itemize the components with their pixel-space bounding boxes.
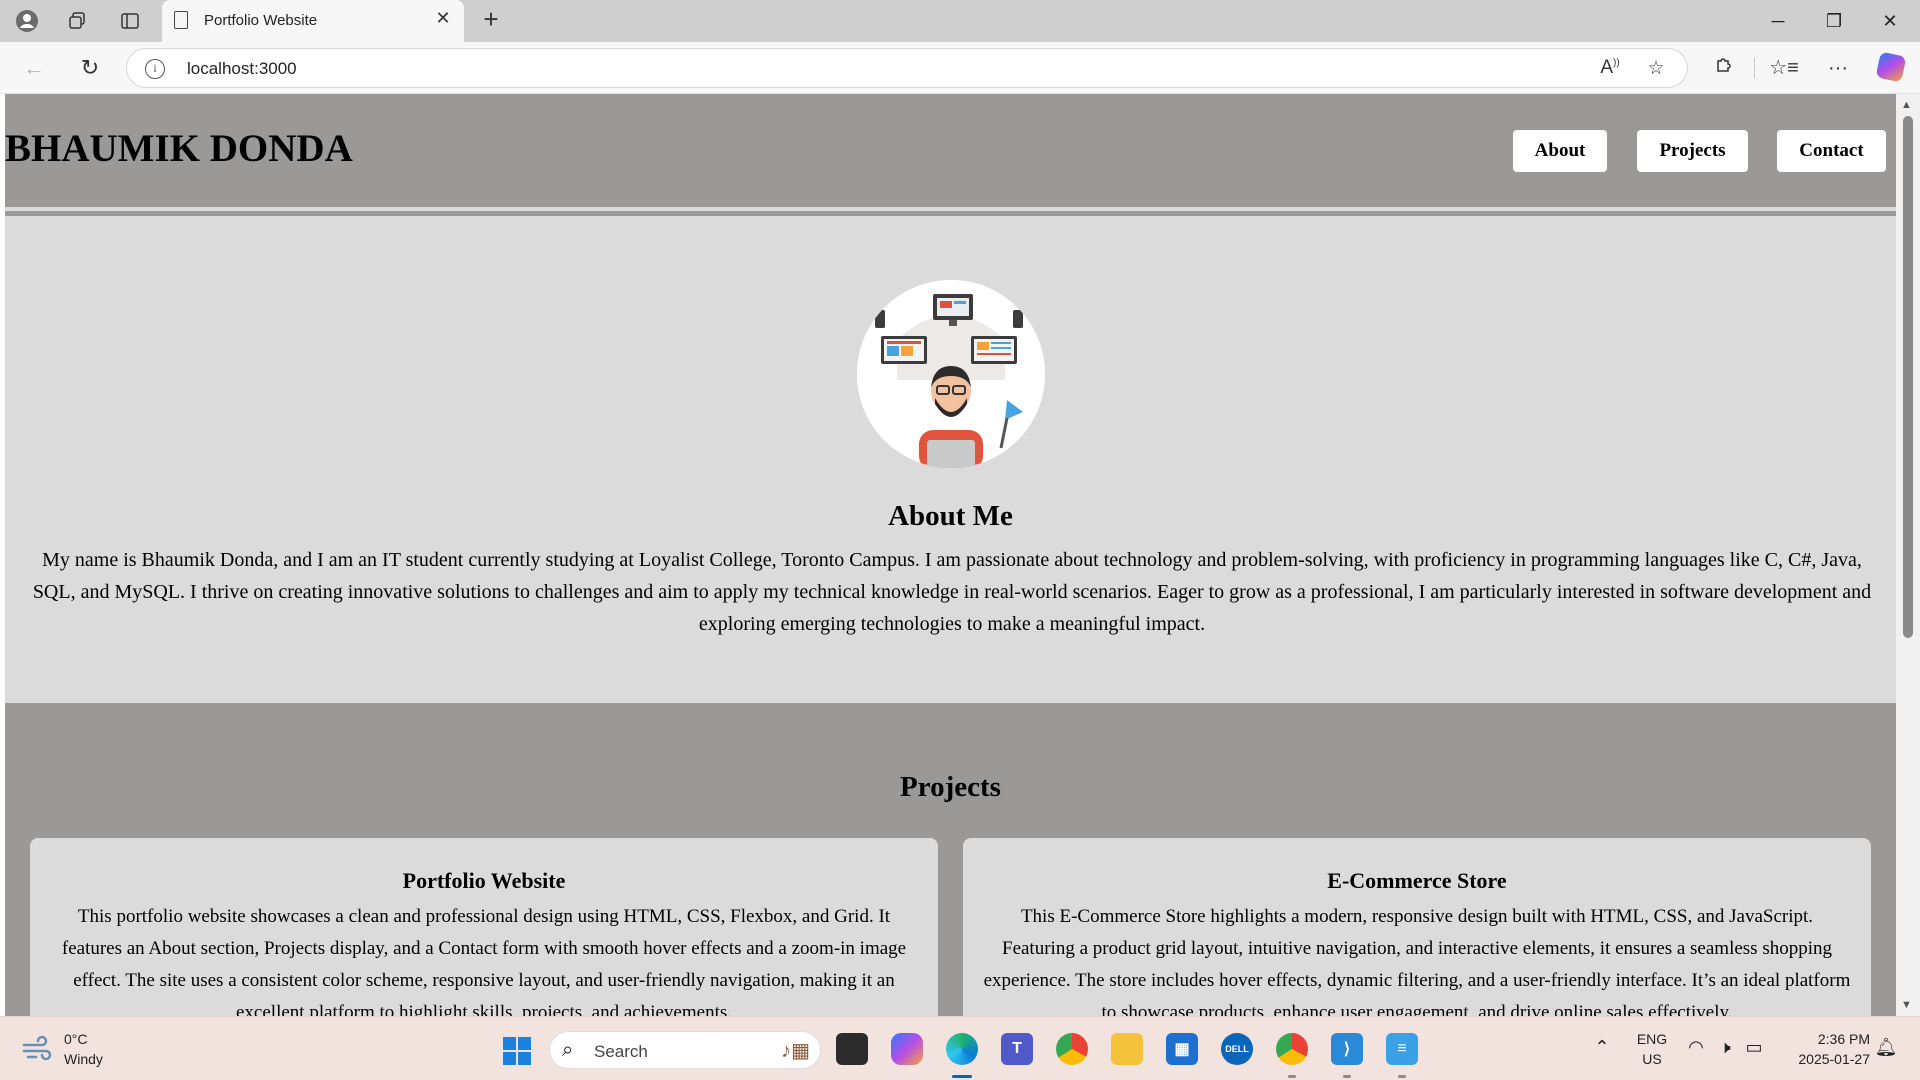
page-viewport: BHAUMIK DONDA About Projects Contact Abo… bbox=[5, 94, 1896, 1016]
search-highlight-icon: ♪▦ bbox=[781, 1040, 810, 1062]
copilot-icon[interactable] bbox=[1875, 51, 1907, 83]
project-title: Portfolio Website bbox=[402, 868, 566, 893]
browser-tab-strip: Portfolio Website ✕ + ─ ❐ ✕ bbox=[0, 0, 1920, 42]
toolbar-divider bbox=[1754, 58, 1755, 78]
close-window-icon[interactable]: ✕ bbox=[1862, 6, 1918, 36]
new-tab-button[interactable]: + bbox=[475, 4, 507, 35]
file-explorer-icon[interactable] bbox=[1111, 1033, 1143, 1065]
about-section: About Me My name is Bhaumik Donda, and I… bbox=[5, 216, 1896, 703]
chevron-up-icon[interactable]: ⌃ bbox=[1590, 1037, 1614, 1058]
weather-temperature[interactable]: 0°C bbox=[64, 1031, 88, 1047]
site-title: BHAUMIK DONDA bbox=[5, 127, 353, 170]
profile-icon[interactable] bbox=[8, 8, 46, 34]
project-description: This portfolio website showcases a clean… bbox=[61, 906, 907, 1016]
running-app-indicator bbox=[1343, 1075, 1351, 1078]
project-description: This E-Commerce Store highlights a moder… bbox=[983, 906, 1851, 1016]
clock-date[interactable]: 2025-01-27 bbox=[1774, 1051, 1870, 1067]
dell-app-icon[interactable]: DELL bbox=[1221, 1033, 1253, 1065]
search-label: Search bbox=[594, 1042, 648, 1061]
page-icon bbox=[174, 11, 188, 29]
url-text[interactable]: localhost:3000 bbox=[187, 59, 297, 79]
weather-condition[interactable]: Windy bbox=[64, 1051, 103, 1067]
collections-icon[interactable] bbox=[58, 8, 96, 34]
favorite-star-icon[interactable]: ☆ bbox=[1643, 57, 1669, 80]
windows-start-icon[interactable] bbox=[503, 1037, 531, 1065]
nav-about-link[interactable]: About bbox=[1513, 130, 1607, 172]
edge-app-icon[interactable] bbox=[946, 1033, 978, 1065]
tab-actions-icon[interactable] bbox=[111, 8, 149, 34]
running-app-indicator bbox=[1288, 1075, 1296, 1078]
chrome-app-icon[interactable] bbox=[1056, 1033, 1088, 1065]
taskbar-search[interactable]: ⌕ Search ♪▦ bbox=[549, 1031, 821, 1069]
task-view-icon[interactable] bbox=[836, 1033, 868, 1065]
browser-toolbar: ← ↻ i localhost:3000 A)) ☆ ☆≡ ··· bbox=[0, 42, 1920, 94]
wifi-icon[interactable]: ◠ bbox=[1684, 1037, 1708, 1058]
chrome-profile-app-icon[interactable] bbox=[1276, 1033, 1308, 1065]
profile-illustration bbox=[857, 280, 1045, 468]
scroll-up-icon[interactable]: ▲ bbox=[1901, 99, 1912, 111]
running-app-indicator bbox=[1398, 1075, 1406, 1078]
browser-tab-active[interactable]: Portfolio Website ✕ bbox=[162, 0, 464, 42]
clock-time[interactable]: 2:36 PM bbox=[1774, 1031, 1870, 1047]
search-icon: ⌕ bbox=[562, 1039, 574, 1061]
teams-app-icon[interactable]: T bbox=[1001, 1033, 1033, 1065]
windows-taskbar: 0°C Windy ⌕ Search ♪▦ T ▦ DELL ⟩ ≡ ⌃ ENG… bbox=[0, 1016, 1920, 1080]
site-info-icon[interactable]: i bbox=[145, 59, 165, 79]
battery-icon[interactable]: ▭ bbox=[1742, 1037, 1766, 1058]
refresh-icon[interactable]: ↻ bbox=[74, 52, 106, 84]
site-header: BHAUMIK DONDA About Projects Contact bbox=[5, 94, 1896, 207]
microsoft-store-icon[interactable]: ▦ bbox=[1166, 1033, 1198, 1065]
scroll-down-icon[interactable]: ▼ bbox=[1901, 999, 1912, 1011]
nav-projects-link[interactable]: Projects bbox=[1637, 130, 1748, 172]
notification-bell-icon[interactable]: 🔔︎ bbox=[1874, 1037, 1898, 1058]
read-aloud-icon[interactable]: A)) bbox=[1597, 57, 1623, 79]
active-app-indicator bbox=[952, 1075, 972, 1078]
about-paragraph: My name is Bhaumik Donda, and I am an IT… bbox=[32, 549, 1872, 635]
back-icon[interactable]: ← bbox=[18, 52, 50, 84]
close-tab-icon[interactable]: ✕ bbox=[432, 8, 454, 29]
region-indicator[interactable]: US bbox=[1630, 1051, 1674, 1067]
minimize-icon[interactable]: ─ bbox=[1750, 6, 1806, 36]
vscode-app-icon[interactable]: ⟩ bbox=[1331, 1033, 1363, 1065]
restore-icon[interactable]: ❐ bbox=[1806, 6, 1862, 36]
favorites-icon[interactable]: ☆≡ bbox=[1768, 52, 1800, 84]
language-indicator[interactable]: ENG bbox=[1630, 1031, 1674, 1047]
project-title: E-Commerce Store bbox=[1327, 868, 1507, 893]
speaker-muted-icon[interactable]: 🕨 bbox=[1713, 1037, 1737, 1058]
extensions-icon[interactable] bbox=[1708, 52, 1740, 84]
page-scrollbar[interactable]: ▲ ▼ bbox=[1896, 94, 1920, 1016]
nav-contact-link[interactable]: Contact bbox=[1777, 130, 1886, 172]
more-options-icon[interactable]: ··· bbox=[1822, 52, 1854, 84]
project-card: Portfolio Website This portfolio website… bbox=[30, 838, 938, 1016]
project-card: E-Commerce Store This E-Commerce Store h… bbox=[963, 838, 1871, 1016]
projects-heading: Projects bbox=[900, 771, 1001, 803]
about-heading: About Me bbox=[888, 500, 1013, 532]
copilot-app-icon[interactable] bbox=[891, 1033, 923, 1065]
scrollbar-thumb[interactable] bbox=[1903, 116, 1913, 638]
notepad-app-icon[interactable]: ≡ bbox=[1386, 1033, 1418, 1065]
address-bar[interactable]: i localhost:3000 A)) ☆ bbox=[126, 48, 1688, 88]
projects-section: Projects Portfolio Website This portfoli… bbox=[5, 703, 1896, 1016]
weather-wind-icon[interactable] bbox=[22, 1035, 52, 1063]
tab-title: Portfolio Website bbox=[204, 12, 318, 29]
